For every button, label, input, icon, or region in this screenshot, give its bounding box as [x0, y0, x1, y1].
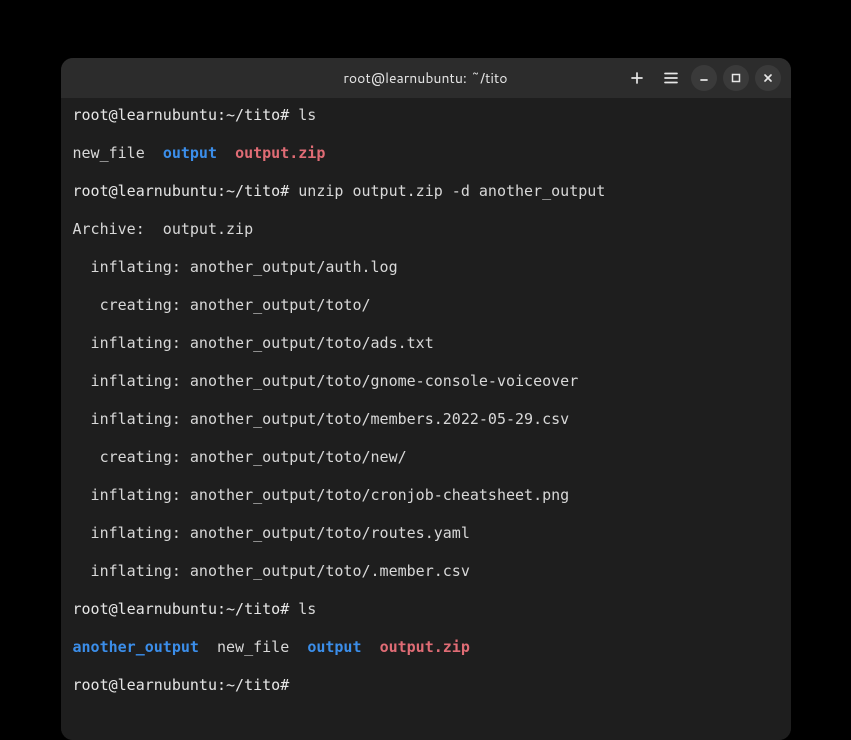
terminal-line: inflating: another_output/auth.log — [73, 258, 779, 277]
terminal-text: ~/tito — [226, 676, 280, 694]
terminal-text: # — [280, 600, 298, 618]
minimize-button[interactable] — [691, 65, 717, 91]
terminal-line: another_output new_file output output.zi… — [73, 638, 779, 657]
terminal-line: Archive: output.zip — [73, 220, 779, 239]
minimize-icon — [698, 72, 710, 84]
terminal-text: creating: another_output/toto/ — [73, 296, 371, 314]
maximize-button[interactable] — [723, 65, 749, 91]
hamburger-icon — [664, 72, 678, 84]
terminal-line: inflating: another_output/toto/members.2… — [73, 410, 779, 429]
terminal-line: new_file output output.zip — [73, 144, 779, 163]
close-icon — [762, 72, 774, 84]
titlebar: root@learnubuntu: ~/tito — [61, 58, 791, 98]
terminal-text: # — [280, 676, 298, 694]
terminal-text: output.zip — [235, 144, 325, 162]
terminal-text: inflating: another_output/toto/gnome-con… — [73, 372, 579, 390]
terminal-line: root@learnubuntu:~/tito# ls — [73, 600, 779, 619]
new-tab-button[interactable] — [623, 64, 651, 92]
terminal-text: unzip output.zip -d another_output — [298, 182, 605, 200]
terminal-line: root@learnubuntu:~/tito# ls — [73, 106, 779, 125]
terminal-text: : — [217, 676, 226, 694]
terminal-line: inflating: another_output/toto/ads.txt — [73, 334, 779, 353]
terminal-line: inflating: another_output/toto/cronjob-c… — [73, 486, 779, 505]
terminal-text: another_output — [73, 638, 199, 656]
terminal-text: # — [280, 182, 298, 200]
terminal-text: root@learnubuntu — [73, 106, 218, 124]
terminal-text: inflating: another_output/toto/cronjob-c… — [73, 486, 570, 504]
terminal-text — [217, 144, 235, 162]
terminal-body[interactable]: root@learnubuntu:~/tito# ls new_file out… — [61, 98, 791, 740]
terminal-text: ~/tito — [226, 182, 280, 200]
terminal-text: # — [280, 106, 298, 124]
terminal-text: ~/tito — [226, 106, 280, 124]
terminal-line: root@learnubuntu:~/tito# — [73, 676, 779, 695]
terminal-text: inflating: another_output/toto/.member.c… — [73, 562, 470, 580]
terminal-text: root@learnubuntu — [73, 182, 218, 200]
terminal-text — [362, 638, 380, 656]
terminal-text: ls — [298, 106, 316, 124]
terminal-text: inflating: another_output/toto/routes.ya… — [73, 524, 470, 542]
terminal-text: new_file — [73, 144, 163, 162]
terminal-text: output.zip — [380, 638, 470, 656]
terminal-text: : — [217, 106, 226, 124]
terminal-text: new_file — [199, 638, 307, 656]
terminal-text: root@learnubuntu — [73, 676, 218, 694]
terminal-text: ~/tito — [226, 600, 280, 618]
terminal-text: creating: another_output/toto/new/ — [73, 448, 407, 466]
terminal-line: creating: another_output/toto/ — [73, 296, 779, 315]
terminal-text: : — [217, 182, 226, 200]
terminal-line: inflating: another_output/toto/gnome-con… — [73, 372, 779, 391]
terminal-text: : — [217, 600, 226, 618]
terminal-text: inflating: another_output/toto/members.2… — [73, 410, 570, 428]
menu-button[interactable] — [657, 64, 685, 92]
maximize-icon — [730, 72, 742, 84]
terminal-text: inflating: another_output/toto/ads.txt — [73, 334, 434, 352]
terminal-text: ls — [298, 600, 316, 618]
terminal-text: output — [163, 144, 217, 162]
terminal-text: root@learnubuntu — [73, 600, 218, 618]
plus-icon — [630, 71, 644, 85]
terminal-line: inflating: another_output/toto/routes.ya… — [73, 524, 779, 543]
terminal-text: output — [307, 638, 361, 656]
terminal-text: Archive: output.zip — [73, 220, 254, 238]
terminal-line: root@learnubuntu:~/tito# unzip output.zi… — [73, 182, 779, 201]
terminal-window: root@learnubuntu: ~/tito — [61, 58, 791, 740]
terminal-line: creating: another_output/toto/new/ — [73, 448, 779, 467]
terminal-text: inflating: another_output/auth.log — [73, 258, 398, 276]
terminal-line: inflating: another_output/toto/.member.c… — [73, 562, 779, 581]
close-button[interactable] — [755, 65, 781, 91]
